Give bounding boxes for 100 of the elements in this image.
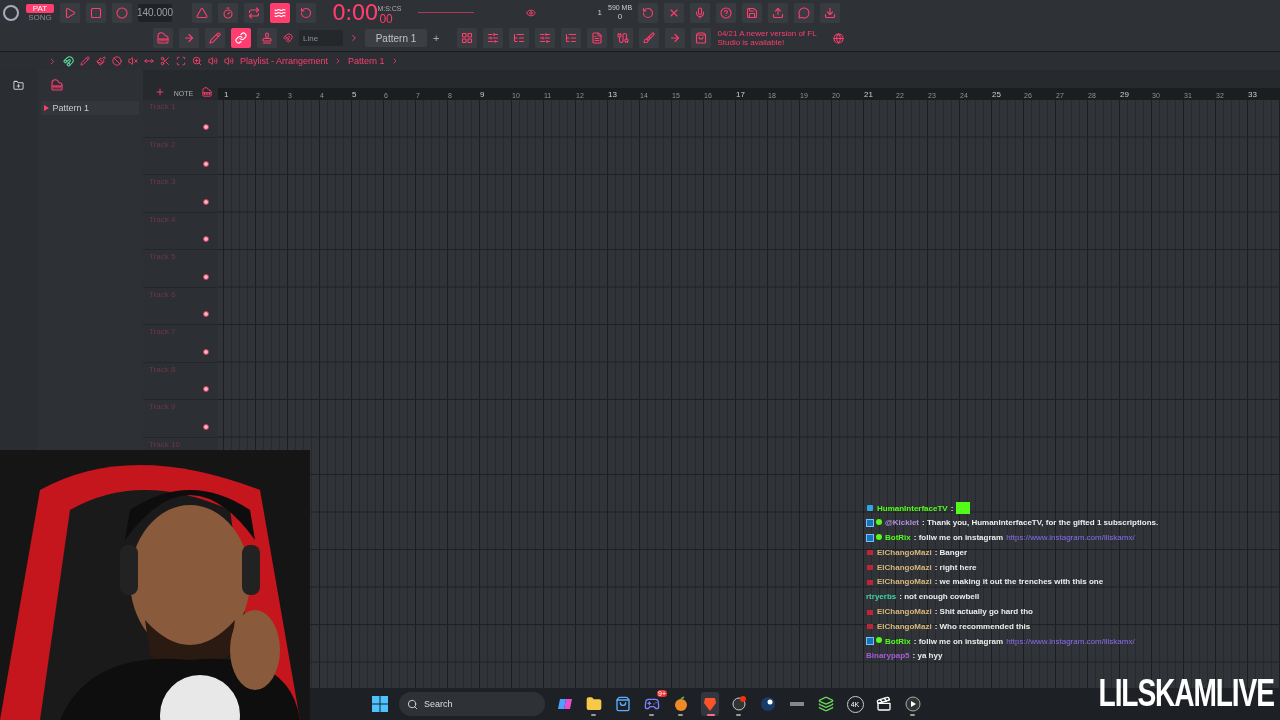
clapperboard-icon[interactable] [876, 696, 892, 712]
bag-icon[interactable] [615, 696, 631, 712]
mic-button[interactable] [690, 2, 711, 23]
play-button[interactable] [60, 2, 80, 23]
chat-username[interactable]: ElChangoMazi [877, 577, 932, 587]
piano-button[interactable] [153, 28, 173, 49]
mode-toggle[interactable]: SONG [26, 12, 54, 22]
chat-username[interactable]: BotRix [885, 533, 911, 543]
pattern-selector[interactable]: Pattern 1 [365, 29, 427, 48]
track-button[interactable] [203, 123, 209, 130]
sliders-button[interactable] [483, 28, 504, 49]
timer-button[interactable] [218, 2, 238, 23]
stop-button[interactable] [86, 2, 106, 23]
brush-button[interactable] [639, 28, 660, 49]
chat-username[interactable]: rtryerbs [866, 592, 897, 602]
plug-button[interactable] [613, 28, 634, 49]
slip-icon[interactable] [144, 56, 154, 66]
save-icon [746, 6, 759, 19]
download-button[interactable] [820, 2, 841, 23]
triangle-icon [196, 6, 208, 19]
mode-toggle[interactable]: PAT [26, 3, 54, 13]
help-button[interactable] [716, 2, 737, 23]
chat-username[interactable]: BotRix [885, 636, 911, 646]
copilot-icon[interactable] [557, 696, 573, 712]
add-icon[interactable] [155, 87, 165, 97]
wave-button[interactable] [270, 2, 290, 23]
chat-username[interactable]: @Kicklet [885, 518, 920, 528]
breadcrumb[interactable]: Pattern 1 [348, 56, 385, 66]
knob-icon[interactable] [2, 3, 20, 22]
folder-icon[interactable] [13, 80, 25, 91]
chat-link[interactable]: https://www.instagram.com/lilskamx/ [1006, 533, 1135, 543]
track-button[interactable] [203, 161, 209, 167]
export-button[interactable] [768, 2, 789, 23]
track-button[interactable] [203, 198, 209, 205]
loop-button[interactable] [296, 2, 316, 23]
chat-username[interactable]: ElChangoMazi [877, 621, 932, 631]
add-pattern-button[interactable]: + [433, 32, 440, 44]
file-button[interactable] [587, 28, 608, 49]
zoom-icon[interactable] [192, 56, 202, 66]
chat-button[interactable] [794, 2, 815, 23]
mute-icon[interactable] [128, 56, 138, 66]
track-button[interactable] [203, 423, 209, 430]
play-icon[interactable] [905, 696, 921, 712]
chat-link[interactable]: https://www.instagram.com/lilskamx/ [1006, 636, 1135, 646]
search-field[interactable]: Search [399, 692, 545, 716]
track-button[interactable] [203, 273, 209, 280]
chat-username[interactable]: ElChangoMazi [877, 547, 932, 557]
record-button[interactable] [112, 2, 132, 23]
folder-icon[interactable] [586, 696, 602, 712]
arrow-button[interactable] [665, 28, 686, 49]
speaker-icon[interactable] [208, 56, 218, 66]
pencil-icon[interactable] [80, 56, 90, 66]
track-button[interactable] [203, 348, 209, 355]
snap-dropdown[interactable]: Line [299, 30, 343, 47]
speaker-icon[interactable] [224, 56, 234, 66]
track-button[interactable] [203, 386, 209, 392]
tempo-field[interactable]: 140.000 [138, 3, 172, 22]
pencil-button[interactable] [205, 28, 225, 49]
magnet-icon[interactable] [63, 55, 74, 67]
chat-message: : ya hyy [912, 651, 943, 661]
chat-message: : follw me on instagram [913, 533, 1004, 543]
track-button[interactable] [203, 311, 209, 317]
gamepad-icon[interactable] [644, 696, 660, 712]
chat-username[interactable]: ElChangoMazi [877, 562, 932, 572]
tree-button[interactable] [561, 28, 582, 49]
piano-icon[interactable] [51, 79, 64, 91]
fruit-icon[interactable] [673, 696, 689, 712]
mixer-button[interactable] [535, 28, 556, 49]
list-button[interactable] [509, 28, 530, 49]
magnet-icon[interactable] [283, 33, 293, 44]
shield-icon[interactable] [702, 696, 718, 712]
delete-icon[interactable] [112, 56, 122, 66]
refresh-button[interactable] [638, 2, 659, 23]
layers-icon[interactable] [818, 696, 834, 712]
globe-icon[interactable] [833, 32, 845, 44]
breadcrumb[interactable]: Playlist - Arrangement [240, 56, 329, 66]
windows-icon[interactable] [372, 696, 388, 712]
cart-button[interactable] [691, 28, 712, 49]
select-icon[interactable] [176, 56, 186, 66]
stamp-button[interactable] [257, 28, 277, 49]
record-icon[interactable] [731, 696, 747, 712]
triangle-button[interactable] [192, 2, 212, 23]
eye-icon[interactable] [525, 7, 536, 18]
repeat-button[interactable] [244, 2, 264, 23]
chat-username[interactable]: Binarypap5 [866, 651, 910, 661]
cross-button[interactable] [664, 2, 685, 23]
arrow-button[interactable] [179, 28, 199, 49]
refresh-icon [642, 6, 655, 19]
link-button[interactable] [231, 28, 251, 49]
steam-icon[interactable] [760, 696, 776, 712]
track-button[interactable] [203, 236, 209, 242]
save-button[interactable] [742, 2, 763, 23]
grid-button[interactable] [457, 28, 478, 49]
pattern-item[interactable]: Pattern 1 [41, 101, 139, 115]
brush-icon[interactable] [96, 56, 106, 66]
scissors-icon[interactable] [160, 56, 170, 66]
link-icon [235, 32, 247, 45]
chat-username[interactable]: ElChangoMazi [877, 607, 932, 617]
piano-icon[interactable] [202, 87, 212, 97]
chat-username[interactable]: HumanInterfaceTV [877, 503, 948, 513]
